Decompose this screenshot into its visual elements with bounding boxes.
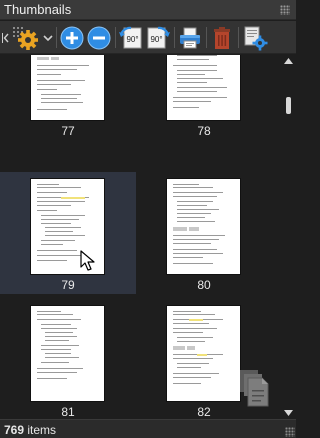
page-number-label: 78 bbox=[197, 124, 211, 138]
toolbar-separator bbox=[238, 27, 239, 48]
toolbar-separator bbox=[115, 27, 116, 48]
status-bar: 769 items bbox=[0, 419, 296, 438]
toolbar-separator bbox=[174, 27, 175, 48]
page-thumbnail-81[interactable] bbox=[31, 306, 104, 401]
scroll-up-button[interactable] bbox=[281, 55, 296, 67]
rotate-left-button[interactable]: 90° bbox=[118, 24, 144, 51]
triangle-up-icon bbox=[284, 58, 293, 64]
page-thumbnail-78[interactable] bbox=[167, 55, 240, 120]
page-thumbnail-77[interactable] bbox=[31, 55, 104, 120]
thumbnail-grid[interactable]: 77 78 79 80 81 82 bbox=[0, 55, 281, 419]
vertical-scrollbar[interactable] bbox=[281, 55, 296, 419]
page-number-label: 79 bbox=[61, 278, 75, 292]
panel-titlebar: Thumbnails bbox=[0, 0, 296, 20]
toolbar-separator bbox=[206, 27, 207, 48]
thumbnail-settings-button[interactable] bbox=[10, 24, 42, 51]
gear-icon bbox=[13, 26, 38, 50]
thumbnail-cell[interactable]: 77 bbox=[0, 55, 136, 147]
thumbnail-toolbar: 90° 90° bbox=[0, 21, 296, 54]
resize-grip-icon[interactable] bbox=[285, 427, 295, 437]
trash-icon bbox=[214, 26, 230, 49]
page-settings-icon bbox=[244, 26, 268, 50]
rotate-right-label: 90° bbox=[150, 35, 162, 44]
zoom-out-button[interactable] bbox=[86, 24, 112, 51]
page-content-preview bbox=[37, 57, 89, 110]
rotate-right-90-icon: 90° bbox=[147, 26, 170, 48]
rotate-left-90-icon: 90° bbox=[119, 26, 142, 48]
collapse-panel-button[interactable] bbox=[0, 24, 10, 51]
item-count-suffix: items bbox=[24, 423, 57, 437]
page-thumbnail-80[interactable] bbox=[167, 179, 240, 274]
print-button[interactable] bbox=[177, 24, 203, 51]
page-content-preview bbox=[173, 311, 223, 384]
page-properties-button[interactable] bbox=[241, 24, 269, 51]
toolbar-separator bbox=[56, 27, 57, 48]
page-number-label: 81 bbox=[61, 405, 75, 419]
thumbnail-cell[interactable]: 78 bbox=[136, 55, 272, 147]
settings-dropdown-button[interactable] bbox=[42, 24, 54, 51]
page-number-label: 80 bbox=[197, 278, 211, 292]
zoom-in-icon bbox=[60, 26, 84, 49]
delete-pages-button[interactable] bbox=[209, 24, 235, 51]
panel-grip-icon[interactable] bbox=[280, 5, 290, 15]
chevron-down-icon bbox=[43, 34, 53, 41]
thumbnail-cell[interactable]: 81 bbox=[0, 300, 136, 419]
thumbnail-cell-selected[interactable]: 79 bbox=[0, 172, 136, 294]
rotate-right-button[interactable]: 90° bbox=[145, 24, 171, 51]
rotate-left-label: 90° bbox=[126, 35, 138, 44]
panel-title: Thumbnails bbox=[4, 2, 72, 17]
scroll-down-button[interactable] bbox=[281, 407, 296, 419]
page-content-preview bbox=[37, 311, 83, 379]
page-thumbnail-82[interactable] bbox=[167, 306, 240, 401]
mouse-cursor-icon bbox=[80, 250, 95, 271]
document-stack-icon bbox=[240, 370, 269, 407]
triangle-down-icon bbox=[284, 410, 293, 416]
scrollbar-thumb[interactable] bbox=[286, 97, 291, 114]
page-number-label: 77 bbox=[61, 124, 75, 138]
page-content-preview bbox=[173, 184, 225, 264]
page-content-preview bbox=[173, 55, 227, 108]
collapse-left-icon bbox=[2, 32, 9, 43]
zoom-in-button[interactable] bbox=[59, 24, 85, 51]
item-count-number: 769 bbox=[4, 423, 25, 437]
thumbnail-cell[interactable]: 80 bbox=[136, 172, 272, 294]
zoom-out-icon bbox=[87, 26, 111, 49]
printer-icon bbox=[180, 27, 200, 48]
item-count: 769 items bbox=[4, 423, 56, 437]
